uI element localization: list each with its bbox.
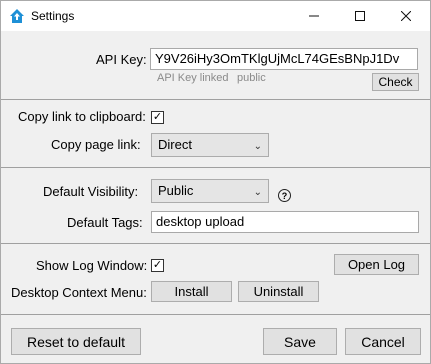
section-divider bbox=[1, 167, 430, 168]
checkmark-icon: ✓ bbox=[152, 111, 163, 123]
section-divider bbox=[1, 99, 430, 100]
api-key-visibility-status: public bbox=[237, 72, 266, 84]
copy-link-label: Copy link to clipboard: bbox=[18, 109, 146, 124]
uninstall-button[interactable]: Uninstall bbox=[238, 281, 319, 302]
api-key-status: API Key linked bbox=[157, 72, 229, 84]
section-divider bbox=[1, 243, 430, 244]
show-log-window-label: Show Log Window: bbox=[36, 258, 148, 273]
checkmark-icon: ✓ bbox=[152, 259, 163, 271]
install-button[interactable]: Install bbox=[151, 281, 232, 302]
maximize-icon bbox=[355, 11, 365, 21]
cancel-button[interactable]: Cancel bbox=[345, 328, 421, 355]
default-visibility-value: Public bbox=[158, 183, 194, 198]
default-visibility-select[interactable]: Public ⌄ bbox=[151, 179, 269, 203]
api-key-label: API Key: bbox=[96, 52, 147, 67]
check-button[interactable]: Check bbox=[372, 73, 419, 91]
api-key-field[interactable]: Y9V26iHy3OmTKlgUjMcL74GEsBNpJ1Dv bbox=[150, 48, 418, 70]
section-divider bbox=[1, 314, 430, 315]
help-icon[interactable]: ? bbox=[278, 189, 291, 202]
chevron-down-icon: ⌄ bbox=[253, 187, 262, 198]
copy-page-link-value: Direct bbox=[158, 137, 192, 152]
close-button[interactable] bbox=[383, 1, 429, 31]
title-bar: Settings bbox=[1, 1, 430, 31]
copy-link-checkbox[interactable]: ✓ bbox=[151, 111, 164, 124]
maximize-button[interactable] bbox=[337, 1, 383, 31]
settings-window: Settings API Key: Y9V26iHy3OmTKlgUjMcL74… bbox=[0, 0, 431, 364]
desktop-context-menu-label: Desktop Context Menu: bbox=[11, 285, 147, 300]
default-visibility-label: Default Visibility: bbox=[43, 184, 139, 199]
minimize-button[interactable] bbox=[291, 1, 337, 31]
open-log-button[interactable]: Open Log bbox=[334, 254, 419, 275]
copy-page-link-label: Copy page link: bbox=[51, 137, 141, 152]
show-log-window-checkbox[interactable]: ✓ bbox=[151, 259, 164, 272]
window-title: Settings bbox=[31, 9, 75, 23]
home-upload-icon bbox=[9, 8, 25, 24]
close-icon bbox=[401, 11, 411, 21]
minimize-icon bbox=[309, 15, 319, 17]
copy-page-link-select[interactable]: Direct ⌄ bbox=[151, 133, 269, 157]
reset-to-default-button[interactable]: Reset to default bbox=[11, 328, 141, 355]
default-tags-field[interactable]: desktop upload bbox=[151, 211, 419, 233]
chevron-down-icon: ⌄ bbox=[253, 141, 262, 152]
default-tags-label: Default Tags: bbox=[67, 215, 143, 230]
save-button[interactable]: Save bbox=[263, 328, 337, 355]
